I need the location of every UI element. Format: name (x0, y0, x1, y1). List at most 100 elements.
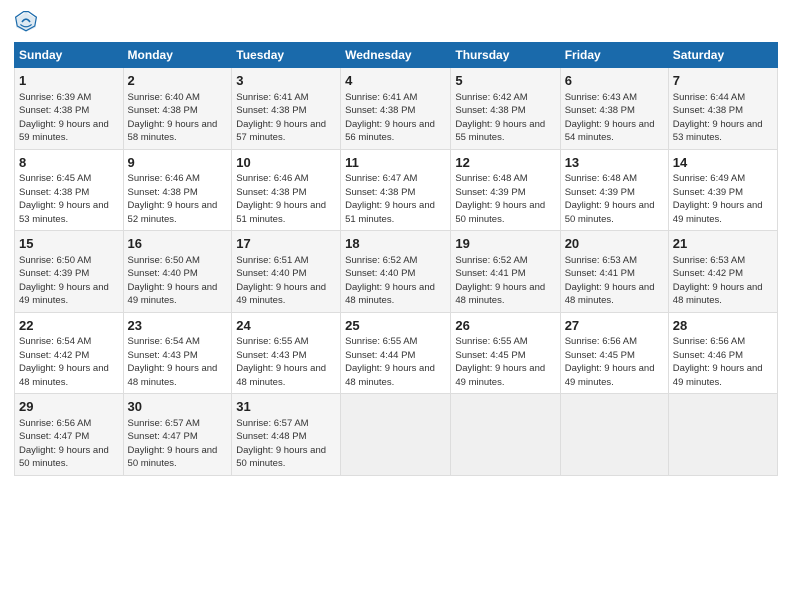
day-info: Sunrise: 6:49 AMSunset: 4:39 PMDaylight:… (673, 173, 763, 225)
day-info: Sunrise: 6:40 AMSunset: 4:38 PMDaylight:… (128, 92, 218, 144)
day-number: 12 (455, 154, 555, 172)
calendar-day-cell: 28 Sunrise: 6:56 AMSunset: 4:46 PMDaylig… (668, 312, 777, 394)
calendar-day-cell: 10 Sunrise: 6:46 AMSunset: 4:38 PMDaylig… (232, 149, 341, 231)
day-info: Sunrise: 6:55 AMSunset: 4:43 PMDaylight:… (236, 336, 326, 388)
calendar-day-cell: 18 Sunrise: 6:52 AMSunset: 4:40 PMDaylig… (341, 231, 451, 313)
calendar-week-row: 1 Sunrise: 6:39 AMSunset: 4:38 PMDayligh… (15, 68, 778, 150)
calendar-day-cell: 24 Sunrise: 6:55 AMSunset: 4:43 PMDaylig… (232, 312, 341, 394)
day-number: 3 (236, 72, 336, 90)
calendar-week-row: 15 Sunrise: 6:50 AMSunset: 4:39 PMDaylig… (15, 231, 778, 313)
day-info: Sunrise: 6:56 AMSunset: 4:46 PMDaylight:… (673, 336, 763, 388)
day-number: 5 (455, 72, 555, 90)
day-info: Sunrise: 6:57 AMSunset: 4:47 PMDaylight:… (128, 418, 218, 470)
calendar-day-cell: 17 Sunrise: 6:51 AMSunset: 4:40 PMDaylig… (232, 231, 341, 313)
day-number: 15 (19, 235, 119, 253)
calendar-day-cell: 25 Sunrise: 6:55 AMSunset: 4:44 PMDaylig… (341, 312, 451, 394)
day-number: 7 (673, 72, 773, 90)
day-number: 20 (565, 235, 664, 253)
logo (14, 10, 42, 34)
day-number: 16 (128, 235, 228, 253)
col-saturday: Saturday (668, 43, 777, 68)
day-info: Sunrise: 6:44 AMSunset: 4:38 PMDaylight:… (673, 92, 763, 144)
calendar-day-cell: 8 Sunrise: 6:45 AMSunset: 4:38 PMDayligh… (15, 149, 124, 231)
calendar-day-cell: 13 Sunrise: 6:48 AMSunset: 4:39 PMDaylig… (560, 149, 668, 231)
day-info: Sunrise: 6:56 AMSunset: 4:47 PMDaylight:… (19, 418, 109, 470)
calendar-day-cell: 27 Sunrise: 6:56 AMSunset: 4:45 PMDaylig… (560, 312, 668, 394)
day-number: 9 (128, 154, 228, 172)
day-info: Sunrise: 6:43 AMSunset: 4:38 PMDaylight:… (565, 92, 655, 144)
day-info: Sunrise: 6:52 AMSunset: 4:41 PMDaylight:… (455, 255, 545, 307)
day-info: Sunrise: 6:54 AMSunset: 4:42 PMDaylight:… (19, 336, 109, 388)
calendar-day-cell: 5 Sunrise: 6:42 AMSunset: 4:38 PMDayligh… (451, 68, 560, 150)
day-number: 13 (565, 154, 664, 172)
day-number: 11 (345, 154, 446, 172)
calendar-day-cell: 9 Sunrise: 6:46 AMSunset: 4:38 PMDayligh… (123, 149, 232, 231)
calendar-day-cell (341, 394, 451, 476)
calendar-week-row: 29 Sunrise: 6:56 AMSunset: 4:47 PMDaylig… (15, 394, 778, 476)
day-number: 21 (673, 235, 773, 253)
day-info: Sunrise: 6:47 AMSunset: 4:38 PMDaylight:… (345, 173, 435, 225)
day-info: Sunrise: 6:50 AMSunset: 4:39 PMDaylight:… (19, 255, 109, 307)
day-info: Sunrise: 6:55 AMSunset: 4:44 PMDaylight:… (345, 336, 435, 388)
day-number: 19 (455, 235, 555, 253)
calendar-day-cell: 31 Sunrise: 6:57 AMSunset: 4:48 PMDaylig… (232, 394, 341, 476)
day-number: 1 (19, 72, 119, 90)
calendar-day-cell: 20 Sunrise: 6:53 AMSunset: 4:41 PMDaylig… (560, 231, 668, 313)
day-number: 6 (565, 72, 664, 90)
day-number: 26 (455, 317, 555, 335)
day-info: Sunrise: 6:53 AMSunset: 4:42 PMDaylight:… (673, 255, 763, 307)
col-thursday: Thursday (451, 43, 560, 68)
calendar-day-cell (668, 394, 777, 476)
day-info: Sunrise: 6:41 AMSunset: 4:38 PMDaylight:… (345, 92, 435, 144)
calendar-day-cell: 23 Sunrise: 6:54 AMSunset: 4:43 PMDaylig… (123, 312, 232, 394)
day-number: 2 (128, 72, 228, 90)
calendar-page: Sunday Monday Tuesday Wednesday Thursday… (0, 0, 792, 612)
day-info: Sunrise: 6:52 AMSunset: 4:40 PMDaylight:… (345, 255, 435, 307)
calendar-day-cell: 1 Sunrise: 6:39 AMSunset: 4:38 PMDayligh… (15, 68, 124, 150)
day-number: 29 (19, 398, 119, 416)
day-info: Sunrise: 6:55 AMSunset: 4:45 PMDaylight:… (455, 336, 545, 388)
calendar-day-cell: 22 Sunrise: 6:54 AMSunset: 4:42 PMDaylig… (15, 312, 124, 394)
day-info: Sunrise: 6:53 AMSunset: 4:41 PMDaylight:… (565, 255, 655, 307)
calendar-week-row: 8 Sunrise: 6:45 AMSunset: 4:38 PMDayligh… (15, 149, 778, 231)
day-info: Sunrise: 6:46 AMSunset: 4:38 PMDaylight:… (236, 173, 326, 225)
day-info: Sunrise: 6:54 AMSunset: 4:43 PMDaylight:… (128, 336, 218, 388)
calendar-day-cell: 21 Sunrise: 6:53 AMSunset: 4:42 PMDaylig… (668, 231, 777, 313)
calendar-day-cell: 3 Sunrise: 6:41 AMSunset: 4:38 PMDayligh… (232, 68, 341, 150)
day-number: 17 (236, 235, 336, 253)
calendar-day-cell: 14 Sunrise: 6:49 AMSunset: 4:39 PMDaylig… (668, 149, 777, 231)
day-info: Sunrise: 6:46 AMSunset: 4:38 PMDaylight:… (128, 173, 218, 225)
calendar-day-cell: 30 Sunrise: 6:57 AMSunset: 4:47 PMDaylig… (123, 394, 232, 476)
calendar-day-cell: 19 Sunrise: 6:52 AMSunset: 4:41 PMDaylig… (451, 231, 560, 313)
col-tuesday: Tuesday (232, 43, 341, 68)
col-sunday: Sunday (15, 43, 124, 68)
day-number: 14 (673, 154, 773, 172)
day-number: 31 (236, 398, 336, 416)
day-info: Sunrise: 6:48 AMSunset: 4:39 PMDaylight:… (565, 173, 655, 225)
day-info: Sunrise: 6:50 AMSunset: 4:40 PMDaylight:… (128, 255, 218, 307)
calendar-table: Sunday Monday Tuesday Wednesday Thursday… (14, 42, 778, 476)
calendar-week-row: 22 Sunrise: 6:54 AMSunset: 4:42 PMDaylig… (15, 312, 778, 394)
day-info: Sunrise: 6:39 AMSunset: 4:38 PMDaylight:… (19, 92, 109, 144)
calendar-day-cell: 4 Sunrise: 6:41 AMSunset: 4:38 PMDayligh… (341, 68, 451, 150)
day-number: 28 (673, 317, 773, 335)
day-info: Sunrise: 6:45 AMSunset: 4:38 PMDaylight:… (19, 173, 109, 225)
day-info: Sunrise: 6:51 AMSunset: 4:40 PMDaylight:… (236, 255, 326, 307)
day-info: Sunrise: 6:57 AMSunset: 4:48 PMDaylight:… (236, 418, 326, 470)
calendar-day-cell: 15 Sunrise: 6:50 AMSunset: 4:39 PMDaylig… (15, 231, 124, 313)
day-number: 22 (19, 317, 119, 335)
calendar-day-cell: 2 Sunrise: 6:40 AMSunset: 4:38 PMDayligh… (123, 68, 232, 150)
day-number: 25 (345, 317, 446, 335)
calendar-day-cell: 26 Sunrise: 6:55 AMSunset: 4:45 PMDaylig… (451, 312, 560, 394)
col-friday: Friday (560, 43, 668, 68)
calendar-day-cell: 29 Sunrise: 6:56 AMSunset: 4:47 PMDaylig… (15, 394, 124, 476)
calendar-day-cell (560, 394, 668, 476)
day-number: 24 (236, 317, 336, 335)
day-number: 23 (128, 317, 228, 335)
day-number: 4 (345, 72, 446, 90)
day-number: 27 (565, 317, 664, 335)
page-header (14, 10, 778, 34)
calendar-header-row: Sunday Monday Tuesday Wednesday Thursday… (15, 43, 778, 68)
day-number: 18 (345, 235, 446, 253)
day-info: Sunrise: 6:48 AMSunset: 4:39 PMDaylight:… (455, 173, 545, 225)
